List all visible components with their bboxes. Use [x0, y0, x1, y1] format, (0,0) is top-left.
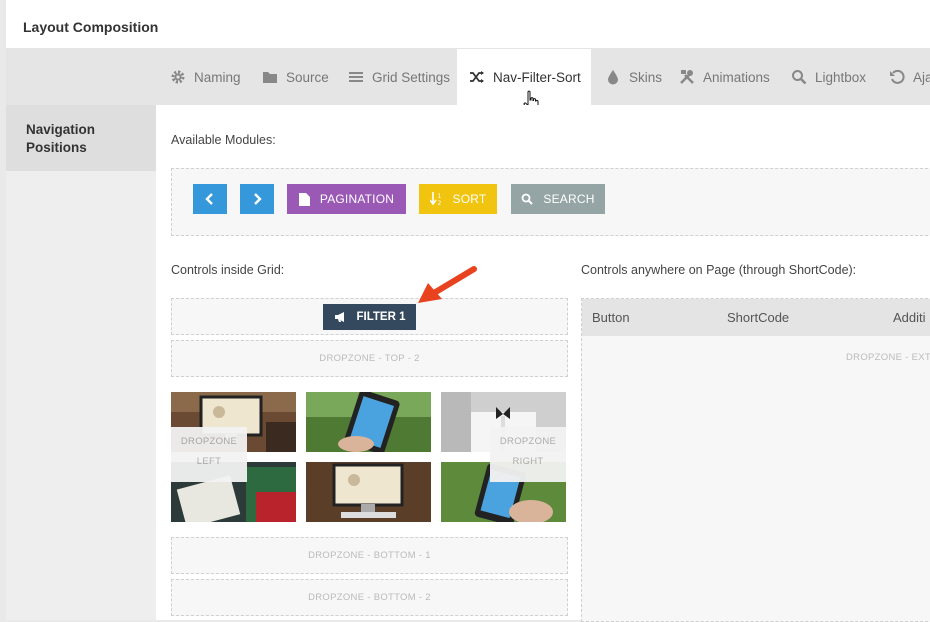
filter-label: FILTER 1 — [356, 311, 406, 323]
shuffle-icon — [470, 71, 484, 83]
tab-animations[interactable]: Animations — [679, 49, 770, 105]
prev-module-button[interactable] — [193, 184, 227, 214]
controls-inside-grid-label: Controls inside Grid: — [171, 263, 285, 277]
megaphone-icon — [334, 312, 344, 322]
module-label: PAGINATION — [319, 192, 395, 206]
controls-anywhere-label: Controls anywhere on Page (through Short… — [581, 263, 857, 277]
dropzone-label: RIGHT — [512, 456, 544, 467]
grid-thumbnail — [306, 462, 431, 522]
tab-label: Source — [286, 69, 329, 85]
svg-text:1: 1 — [437, 193, 441, 200]
dropzone-label: LEFT — [196, 456, 222, 467]
grid-thumbnail — [306, 392, 431, 452]
next-module-button[interactable] — [240, 184, 274, 214]
dropzone-label: DROPZONE - BOTTOM - 1 — [308, 550, 431, 561]
module-label: SEARCH — [543, 192, 595, 206]
sidebar: Navigation Positions — [6, 105, 156, 620]
tab-bar: Naming Source Grid Settings Nav-Filter-S… — [6, 49, 930, 105]
dropzone-top-2[interactable]: DROPZONE - TOP - 2 — [171, 340, 568, 377]
tab-label: Nav-Filter-Sort — [493, 69, 581, 85]
tab-label: Lightbox — [815, 69, 867, 85]
tab-label: Naming — [194, 69, 241, 85]
column-header-shortcode: ShortCode — [727, 310, 790, 325]
red-arrow-annotation — [418, 266, 477, 303]
filter-1-button[interactable]: FILTER 1 — [323, 304, 416, 330]
page-title: Layout Composition — [23, 19, 159, 35]
dropzone-label: DROPZONE — [499, 436, 557, 447]
gear-icon — [171, 70, 185, 84]
tab-grid-settings[interactable]: Grid Settings — [348, 49, 450, 105]
dropzone-external: DROPZONE - EXTE — [846, 352, 930, 363]
available-modules-box: PAGINATION 12 SORT SEARCH — [171, 168, 930, 236]
dropzone-label: DROPZONE — [180, 436, 238, 447]
folder-icon — [263, 72, 277, 83]
dropzone-left[interactable]: DROPZONE LEFT — [171, 427, 247, 482]
tab-label: Grid Settings — [372, 69, 451, 85]
chevron-left-icon — [205, 193, 213, 205]
search-module-button[interactable]: SEARCH — [511, 184, 605, 214]
search-icon — [792, 70, 807, 85]
available-modules-label: Available Modules: — [171, 133, 276, 147]
sort-icon: 12 — [429, 192, 441, 206]
sidebar-item-navigation-positions[interactable]: Navigation Positions — [6, 105, 156, 171]
main-panel: Available Modules: PAGINATION 12 SORT SE… — [156, 105, 930, 622]
card-header: Layout Composition — [6, 0, 930, 49]
sidebar-item-label: Navigation Positions — [26, 122, 96, 155]
file-icon — [298, 192, 310, 206]
table-header: Button ShortCode Additi — [582, 299, 930, 336]
column-header-additional: Additi — [893, 310, 926, 325]
search-icon — [521, 193, 534, 205]
tab-lightbox[interactable]: Lightbox — [791, 49, 866, 105]
dropzone-right[interactable]: DROPZONE RIGHT — [490, 427, 566, 482]
dropzone-bottom-2[interactable]: DROPZONE - BOTTOM - 2 — [171, 579, 568, 616]
pagination-module-button[interactable]: PAGINATION — [287, 184, 406, 214]
menu-icon — [349, 72, 363, 82]
tab-label: Aja — [913, 69, 930, 85]
droplet-icon — [608, 70, 618, 85]
chevron-right-icon — [254, 193, 262, 205]
tab-label: Animations — [703, 69, 770, 85]
tab-naming[interactable]: Naming — [170, 49, 241, 105]
tab-source[interactable]: Source — [262, 49, 329, 105]
tab-label: Skins — [629, 69, 663, 85]
column-header-button: Button — [592, 310, 630, 325]
dropzone-label: DROPZONE - TOP - 2 — [319, 353, 420, 364]
dropzone-bottom-1[interactable]: DROPZONE - BOTTOM - 1 — [171, 537, 568, 574]
tab-skins[interactable]: Skins — [605, 49, 662, 105]
svg-text:2: 2 — [437, 200, 441, 206]
tools-icon — [680, 70, 694, 84]
sort-module-button[interactable]: 12 SORT — [419, 184, 497, 214]
undo-icon — [890, 69, 905, 84]
module-label: SORT — [452, 192, 487, 206]
dropzone-label: DROPZONE - BOTTOM - 2 — [308, 592, 431, 603]
tab-ajax[interactable]: Aja — [889, 49, 930, 105]
shortcode-table: Button ShortCode Additi DROPZONE - EXTE — [581, 298, 930, 622]
